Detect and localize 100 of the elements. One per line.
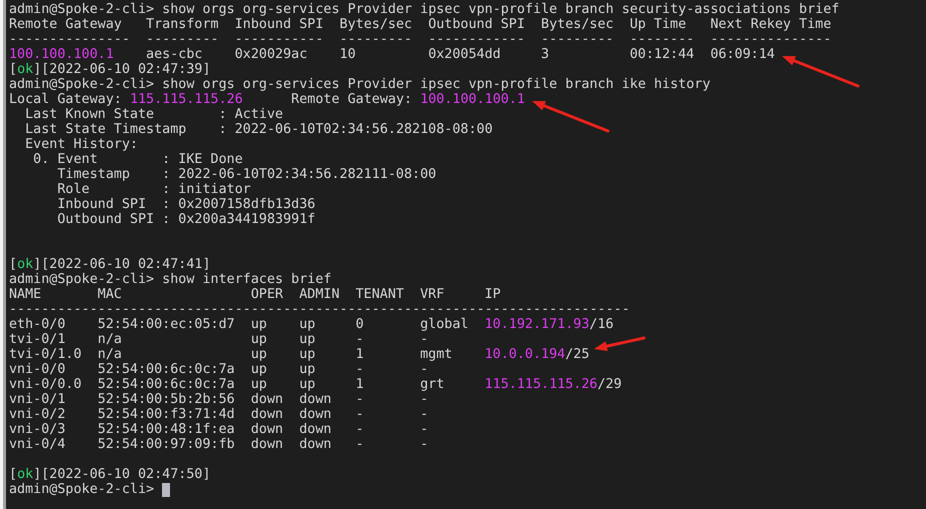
dash-rule: --------- <box>340 32 412 47</box>
column-header: Up Time <box>630 17 686 32</box>
table-cell: tvi-0/1.0 <box>9 347 82 362</box>
dash-rule: ------------ <box>428 32 525 47</box>
table-cell: up <box>250 317 267 332</box>
field-value: : 0x200a3441983991f <box>162 212 316 227</box>
table-cell: down <box>299 407 332 422</box>
table-cell: - <box>356 407 364 422</box>
table-cell: vni-0/0.0 <box>9 377 82 392</box>
table-cell: up <box>250 347 267 362</box>
table-cell: - <box>420 407 428 422</box>
table-cell: - <box>356 422 364 437</box>
table-cell: 06:09:14 <box>710 47 775 62</box>
field-value: : initiator <box>162 182 251 197</box>
gateway-info: Remote Gateway: 100.100.100.1 <box>291 92 525 107</box>
column-header: Transform <box>146 17 219 32</box>
table-cell: global <box>420 317 468 332</box>
table-cell: - <box>356 362 364 377</box>
dash-rule: --------- <box>541 32 614 47</box>
table-cell: down <box>250 407 284 422</box>
status-line: [ok][2022-06-10 02:47:50] <box>9 467 211 482</box>
field-label: Role <box>57 182 91 197</box>
field-label: Event <box>57 152 99 167</box>
table-cell: vni-0/4 <box>9 437 66 452</box>
table-cell: 10 <box>340 47 356 62</box>
table-cell: 52:54:00:5b:2b:56 <box>98 392 235 407</box>
table-cell: eth-0/0 <box>9 317 66 332</box>
table-cell: up <box>299 362 316 377</box>
gateway-info: Local Gateway: 115.115.115.26 <box>9 92 243 107</box>
table-cell: vni-0/0 <box>9 362 66 377</box>
table-cell: up <box>299 347 316 362</box>
table-cell: up <box>250 362 267 377</box>
table-cell: tvi-0/1 <box>9 332 66 347</box>
table-cell: up <box>250 332 267 347</box>
table-cell: mgmt <box>420 347 452 362</box>
table-cell: 10.192.171.93/16 <box>484 317 614 332</box>
table-cell: - <box>420 362 428 377</box>
column-header: IP <box>484 287 501 302</box>
table-cell: 1 <box>356 347 364 362</box>
field-value: : 2022-06-10T02:34:56.282111-08:00 <box>162 167 436 182</box>
table-cell: - <box>356 437 364 452</box>
dash-rule: --------- <box>146 32 219 47</box>
table-cell: down <box>250 392 284 407</box>
table-cell: n/a <box>98 347 122 362</box>
table-cell: 52:54:00:6c:0c:7a <box>98 362 235 377</box>
table-cell: 100.100.100.1 <box>9 47 114 62</box>
table-cell: down <box>250 437 284 452</box>
table-cell: - <box>420 332 428 347</box>
table-cell: vni-0/1 <box>9 392 66 407</box>
field-label: Event History: <box>25 137 138 152</box>
table-cell: 00:12:44 <box>630 47 694 62</box>
command-line: admin@Spoke-2-cli> show interfaces brief <box>9 272 332 287</box>
field-value: : Active <box>218 107 284 122</box>
table-cell: - <box>420 422 428 437</box>
column-header: Remote Gateway <box>9 17 122 32</box>
table-cell: 0x20054dd <box>428 47 501 62</box>
column-header: TENANT <box>356 287 404 302</box>
table-cell: n/a <box>98 332 122 347</box>
table-cell: up <box>299 377 316 392</box>
table-cell: 1 <box>356 377 364 392</box>
command-line: admin@Spoke-2-cli> show orgs org-services Provider ipsec vpn-profile branch ike history <box>9 77 710 92</box>
table-cell: 52:54:00:97:09:fb <box>98 437 235 452</box>
column-header: OPER <box>250 287 284 302</box>
field-label: Inbound SPI <box>57 197 148 212</box>
field-label: Timestamp <box>57 167 131 182</box>
field-value: : IKE Done <box>162 152 243 167</box>
status-line: [ok][2022-06-10 02:47:41] <box>9 257 211 272</box>
field-label: Outbound SPI <box>57 212 156 227</box>
table-cell: 3 <box>541 47 550 62</box>
column-header: NAME <box>9 287 42 302</box>
table-cell: - <box>356 332 364 347</box>
table-cell: 52:54:00:6c:0c:7a <box>98 377 235 392</box>
column-header: ADMIN <box>299 287 340 302</box>
table-cell: 0x20029ac <box>234 47 308 62</box>
table-cell: 52:54:00:ec:05:d7 <box>98 317 235 332</box>
field-label: Last State Timestamp <box>25 122 188 137</box>
column-header: Outbound SPI <box>428 17 525 32</box>
table-cell: - <box>356 392 364 407</box>
table-cell: up <box>250 377 267 392</box>
table-cell: 115.115.115.26/29 <box>484 377 622 392</box>
command-line: admin@Spoke-2-cli> show orgs org-services Provider ipsec vpn-profile branch security-associations brief <box>9 2 840 17</box>
column-header: Bytes/sec <box>541 17 614 32</box>
status-line: [ok][2022-06-10 02:47:39] <box>9 62 211 77</box>
table-cell: vni-0/3 <box>9 422 66 437</box>
table-cell: up <box>299 332 316 347</box>
table-cell: 10.0.0.194/25 <box>484 347 590 362</box>
table-cell: down <box>299 437 332 452</box>
field-value: : 2022-06-10T02:34:56.282108-08:00 <box>218 122 493 137</box>
dash-rule: ----------- <box>234 32 324 47</box>
column-header: MAC <box>98 287 122 302</box>
table-cell: 52:54:00:48:1f:ea <box>98 422 235 437</box>
dash-rule: -------- <box>630 32 694 47</box>
dash-rule: ----------------------------------------------------------------------------- <box>9 302 630 317</box>
table-cell: aes-cbc <box>146 47 202 62</box>
table-cell: - <box>420 437 428 452</box>
table-cell: vni-0/2 <box>9 407 66 422</box>
table-cell: grt <box>420 377 444 392</box>
dash-rule: --------------- <box>710 32 832 47</box>
field-value: : 0x2007158dfb13d36 <box>162 197 316 212</box>
column-header: VRF <box>420 287 444 302</box>
